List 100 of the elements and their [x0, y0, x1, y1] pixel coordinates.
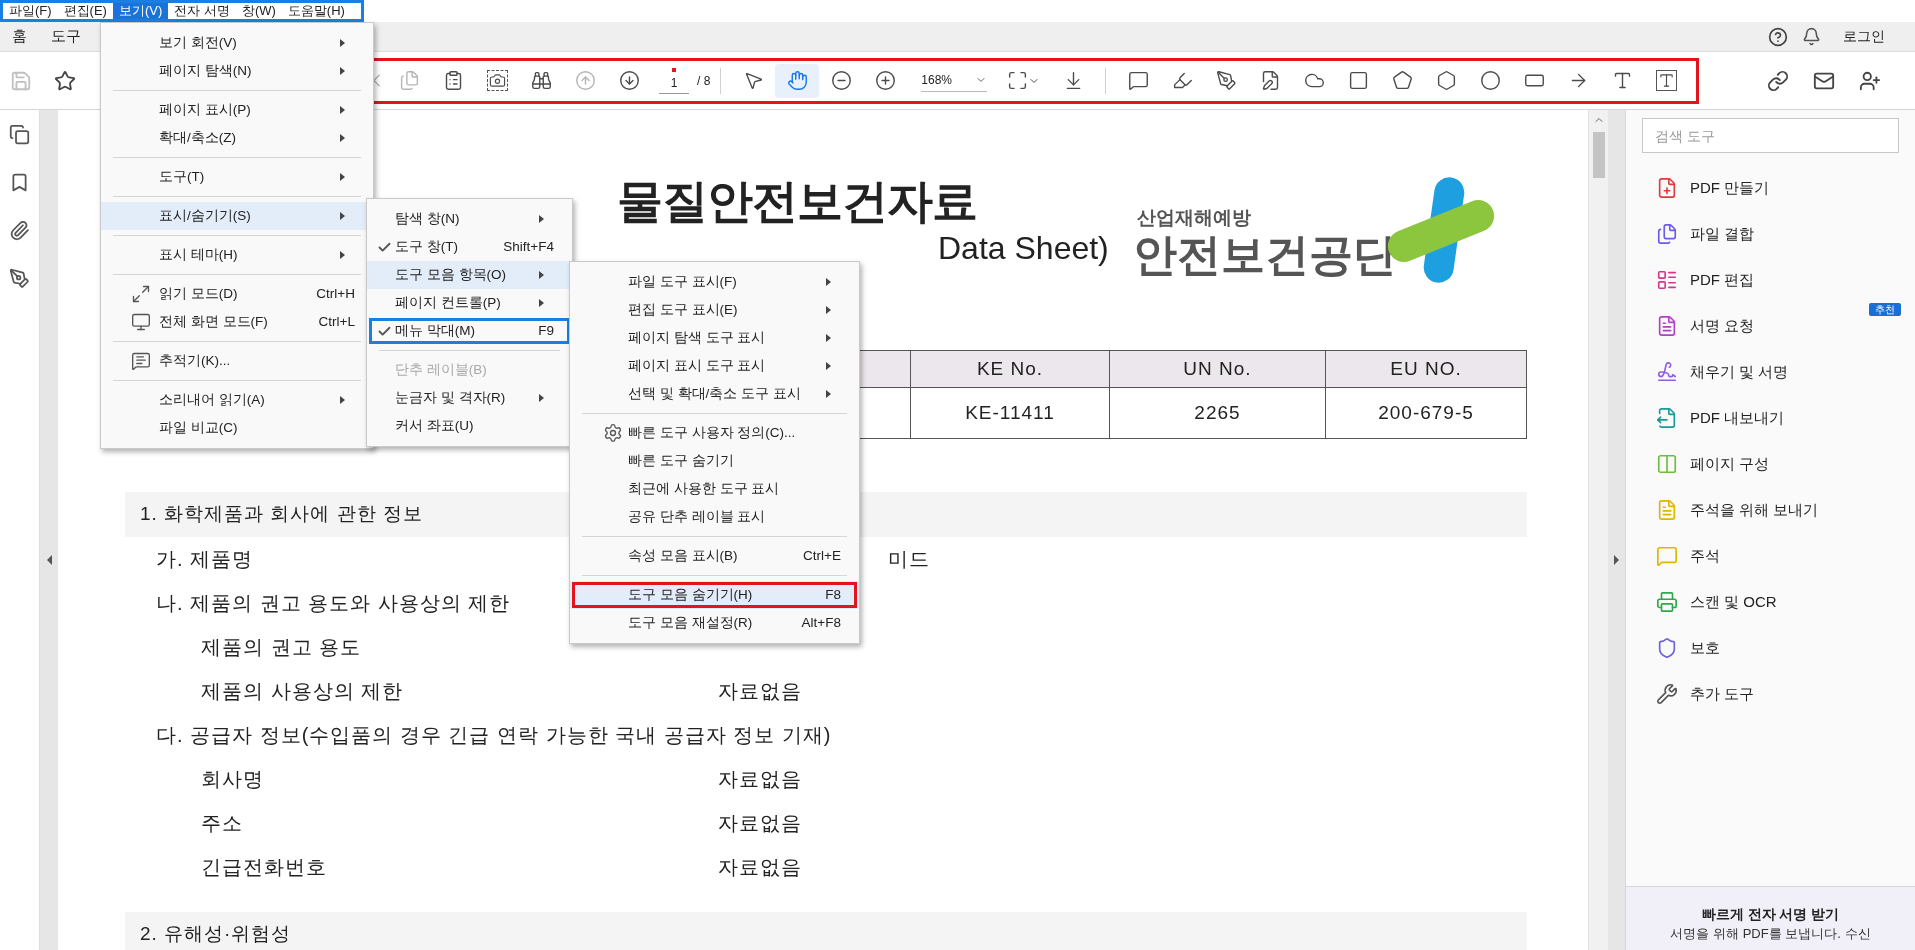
add-user-icon[interactable]	[1859, 69, 1881, 92]
tool-item[interactable]: PDF 편집	[1656, 268, 1755, 292]
field-label: 긴급전화번호	[201, 855, 327, 880]
tool-item[interactable]: 보호	[1656, 636, 1720, 660]
reading-mode-icon	[131, 284, 151, 304]
star-icon[interactable]	[54, 69, 76, 92]
scrollbar[interactable]	[1588, 110, 1608, 950]
comment-icon	[1656, 545, 1678, 567]
wrench-icon	[1656, 683, 1678, 705]
search-field[interactable]: 검색 도구	[1642, 118, 1899, 153]
menu-item[interactable]: 선택 및 확대/축소 도구 표시	[570, 380, 859, 408]
table-cell: 2265	[1110, 388, 1326, 438]
menu-item[interactable]: 메뉴 막대(M) F9	[367, 317, 572, 345]
menu-item[interactable]: 도구 모음 항목(O)	[367, 261, 572, 289]
tab[interactable]: 도구	[39, 21, 93, 52]
item-heading: 다. 공급자 정보(수입품의 경우 긴급 연락 가능한 국내 공급자 정보 기재)	[156, 723, 832, 748]
tool-item[interactable]: 주석	[1656, 544, 1720, 568]
menu-item[interactable]: 속성 모음 표시(B) Ctrl+E	[570, 542, 859, 570]
tool-item[interactable]: 파일 결합	[1656, 222, 1755, 246]
menu-item[interactable]: 도구 모음 재설정(R) Alt+F8	[570, 609, 859, 637]
tool-item[interactable]: 서명 요청	[1656, 314, 1755, 338]
pages-icon[interactable]	[9, 124, 30, 145]
menu-bar-item[interactable]: 도움말(H)	[281, 3, 351, 19]
logo-subtitle: 산업재해예방	[1137, 206, 1252, 230]
tool-item[interactable]: 채우기 및 서명	[1656, 360, 1789, 384]
menu-item[interactable]: 편집 도구 표시(E)	[570, 296, 859, 324]
scroll-thumb[interactable]	[1592, 132, 1605, 178]
field-value: 미드	[888, 547, 931, 572]
item-heading: 나. 제품의 권고 용도와 사용상의 제한	[156, 591, 511, 616]
collapse-arrow-icon	[1614, 555, 1619, 565]
document-subtitle: Data Sheet)	[938, 229, 1109, 268]
page-count: / 8	[697, 72, 711, 90]
help-icon[interactable]	[1768, 26, 1788, 47]
column-header: KE No.	[911, 351, 1110, 387]
tool-item[interactable]: PDF 내보내기	[1656, 406, 1785, 430]
link-icon[interactable]	[1767, 69, 1789, 92]
document-icon	[1656, 499, 1678, 521]
promo-text: 서명을 위해 PDF를 보냅니다. 수신	[1670, 925, 1871, 943]
columns-icon	[1656, 453, 1678, 475]
menu-item[interactable]: 확대/축소(Z)	[101, 124, 373, 152]
file-export-icon	[1656, 407, 1678, 429]
promo-title: 빠르게 전자 서명 받기	[1701, 905, 1840, 924]
field-label: 제품의 사용상의 제한	[201, 679, 404, 704]
layout-icon	[1656, 269, 1678, 291]
menu-item[interactable]: 눈금자 및 격자(R)	[367, 384, 572, 412]
field-value: 자료없음	[718, 811, 803, 836]
expand-arrow-icon	[46, 555, 52, 565]
item-heading: 가. 제품명	[156, 547, 254, 572]
document-icon	[1656, 315, 1678, 337]
zoom-dropdown[interactable]: 168%	[921, 69, 988, 92]
section-heading: 2. 유해성·위험성	[125, 912, 1527, 950]
menu-bar-item[interactable]: 전자 서명	[168, 3, 236, 19]
files-icon	[1656, 223, 1678, 245]
column-header: EU NO.	[1389, 356, 1463, 381]
menu-item[interactable]: 공유 단추 레이블 표시	[570, 503, 859, 531]
recommend-badge: 추천	[1869, 303, 1901, 316]
column-header: UN No.	[1110, 351, 1326, 387]
menu-item[interactable]: 도구(T)	[101, 163, 373, 191]
document-title: 물질안전보건자료	[617, 176, 978, 226]
tool-item[interactable]: 주석을 위해 보내기	[1656, 498, 1819, 522]
menu-item[interactable]: 페이지 컨트롤(P)	[367, 289, 572, 317]
tool-item[interactable]: 스캔 및 OCR	[1656, 590, 1777, 614]
table-cell: KE-11411	[911, 388, 1110, 438]
tracker-icon	[131, 351, 151, 371]
field-value: 자료없음	[718, 679, 803, 704]
tool-item[interactable]: 추가 도구	[1656, 682, 1755, 706]
signature-icon	[1656, 361, 1678, 383]
menu-item[interactable]: 페이지 표시(P)	[101, 96, 373, 124]
page-number-field[interactable]: 1	[659, 73, 689, 94]
paperclip-icon[interactable]	[9, 220, 30, 241]
login-button[interactable]: 로그인	[1843, 26, 1885, 47]
hand-icon[interactable]	[775, 63, 820, 98]
field-value: 자료없음	[718, 767, 803, 792]
menu-bar-item[interactable]: 창(W)	[235, 3, 282, 19]
menu-item[interactable]: 도구 모음 숨기기(H) F8	[570, 581, 859, 609]
menu-item[interactable]: 페이지 탐색 도구 표시	[570, 324, 859, 352]
menu-item[interactable]: 커서 좌표(U)	[367, 412, 572, 440]
menu-bar-item[interactable]: 보기(V)	[112, 3, 169, 19]
printer-icon	[1656, 591, 1678, 613]
shield-icon	[1656, 637, 1678, 659]
monitor-icon	[131, 312, 151, 332]
menu-item[interactable]: 페이지 표시 도구 표시	[570, 352, 859, 380]
menu-item[interactable]: 보기 회전(V)	[101, 29, 373, 57]
menu-item[interactable]: 파일 도구 표시(F)	[570, 268, 859, 296]
field-value: 자료없음	[718, 855, 803, 880]
menu-item[interactable]: 도구 창(T) Shift+F4	[367, 233, 572, 261]
table-cell-text: 200-679-5	[1377, 400, 1475, 425]
menu-item[interactable]: 페이지 탐색(N)	[101, 57, 373, 85]
menu-bar-item[interactable]: 편집(E)	[57, 3, 113, 19]
tool-item[interactable]: PDF 만들기	[1656, 176, 1770, 200]
gear-icon	[603, 423, 623, 443]
pen-icon[interactable]	[9, 268, 30, 289]
menu-bar-item[interactable]: 파일(F)	[3, 3, 58, 19]
menu-item[interactable]: 빠른 도구 숨기기	[570, 447, 859, 475]
menu-item[interactable]: 빠른 도구 사용자 정의(C)...	[570, 419, 859, 447]
tab[interactable]: 홈	[0, 21, 39, 52]
bell-icon[interactable]	[1802, 27, 1821, 46]
field-label: 회사명	[201, 767, 264, 792]
tool-item[interactable]: 페이지 구성	[1656, 452, 1770, 476]
field-label: 제품의 권고 용도	[201, 635, 362, 660]
